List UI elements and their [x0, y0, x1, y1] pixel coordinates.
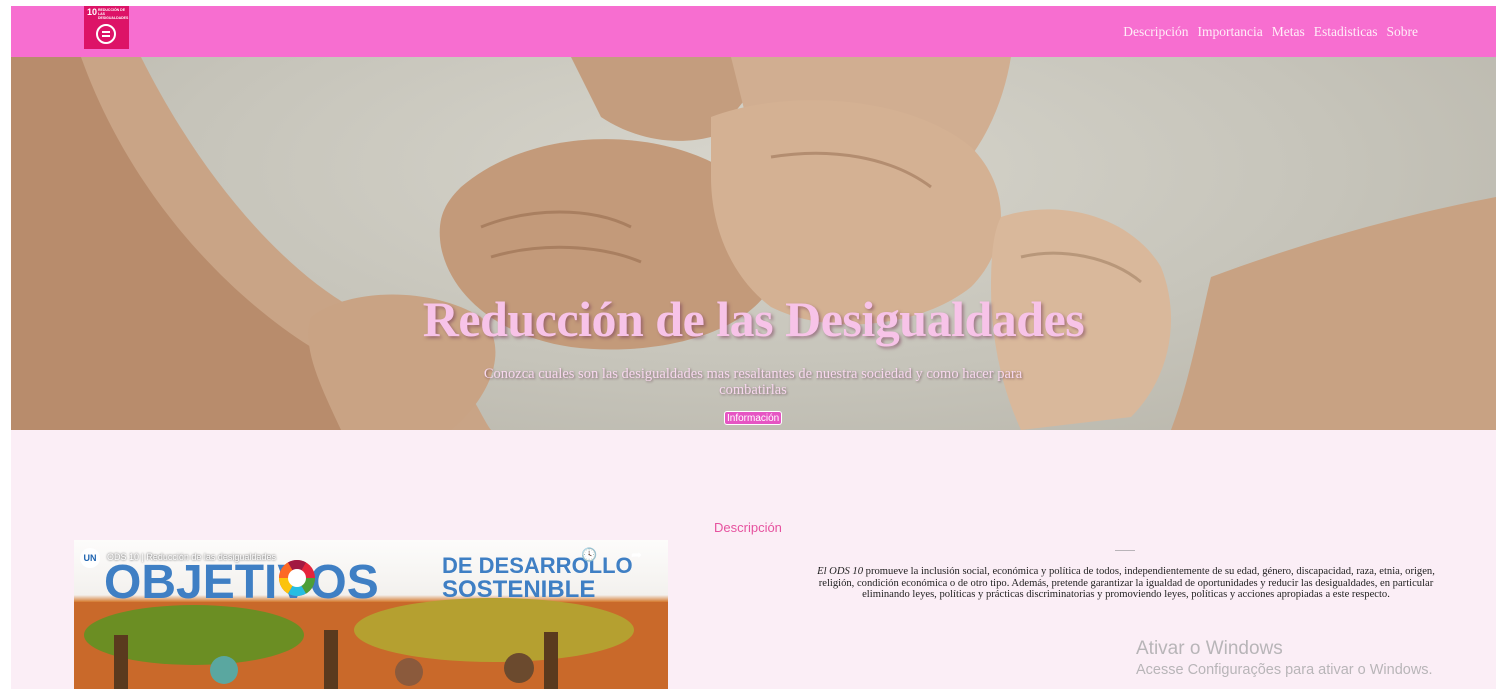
navbar: 10 REDUCCIÓN DE LAS DESIGUALDADES Descri… [11, 6, 1496, 57]
sdg10-logo[interactable]: 10 REDUCCIÓN DE LAS DESIGUALDADES [84, 6, 129, 49]
channel-logo[interactable]: UN [80, 548, 100, 568]
watermark-title: Ativar o Windows [1136, 638, 1283, 659]
logo-number: 10 [87, 7, 98, 17]
nav-link-estadisticas[interactable]: Estadisticas [1314, 24, 1378, 40]
divider [1115, 550, 1135, 551]
share-icon[interactable]: ➦ [631, 548, 642, 563]
description-lead: El ODS 10 [817, 566, 864, 577]
logo-text: REDUCCIÓN DE LAS DESIGUALDADES [98, 8, 129, 20]
nav-links: Descripción Importancia Metas Estadistic… [1123, 24, 1418, 40]
nav-link-importancia[interactable]: Importancia [1198, 24, 1263, 40]
nav-link-sobre[interactable]: Sobre [1387, 24, 1419, 40]
description-text: El ODS 10 promueve la inclusión social, … [811, 566, 1441, 601]
hero-subtitle: Conozca cuales son las desigualdades mas… [483, 366, 1023, 398]
description-body: promueve la inclusión social, económica … [818, 566, 1435, 600]
hero-title: Reducción de las Desigualdades [422, 291, 1085, 347]
watermark-subtitle: Acesse Configurações para ativar o Windo… [1136, 662, 1433, 678]
hero-banner: Reducción de las Desigualdades Conozca c… [11, 57, 1496, 430]
video-player[interactable]: OBJETIVOS DE DESARROLLO SOSTENIBLE UN OD… [74, 540, 668, 689]
informacion-button[interactable]: Información [724, 411, 783, 425]
banner-word2: DE DESARROLLO [442, 553, 633, 578]
description-heading: Descripción [714, 520, 782, 535]
nav-link-descripcion[interactable]: Descripción [1123, 24, 1188, 40]
sdg-wheel-icon [279, 559, 315, 597]
video-thumbnail: OBJETIVOS DE DESARROLLO SOSTENIBLE [74, 553, 668, 689]
nav-link-metas[interactable]: Metas [1272, 24, 1305, 40]
windows-activation-watermark: Ativar o Windows Acesse Configurações pa… [1136, 638, 1433, 678]
video-title[interactable]: ODS 10 | Reducción de las desigualdades [107, 552, 276, 562]
banner-word1: OBJETIVOS [104, 556, 379, 609]
equals-circle-icon [96, 24, 116, 44]
watch-later-icon[interactable]: 🕓 [581, 548, 597, 563]
